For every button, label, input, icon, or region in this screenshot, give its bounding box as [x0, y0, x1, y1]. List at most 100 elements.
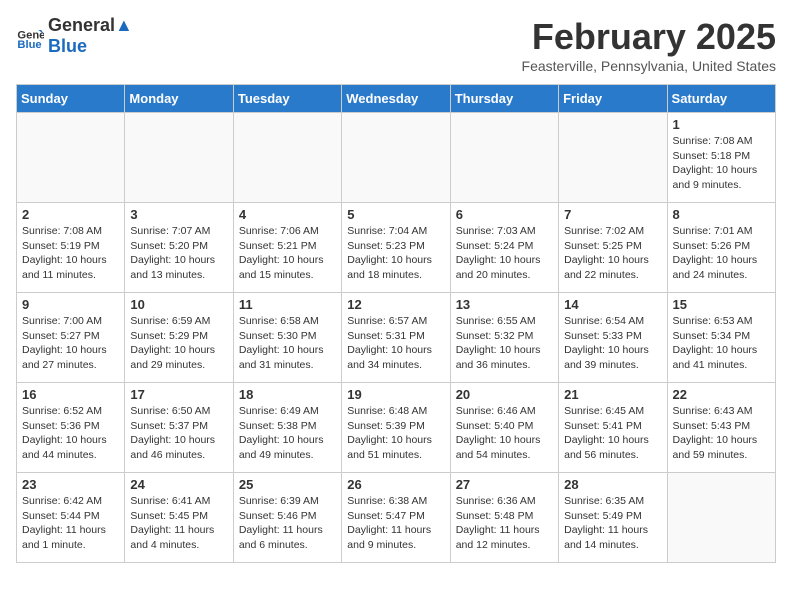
day-info: Sunrise: 7:08 AM Sunset: 5:18 PM Dayligh…	[673, 134, 770, 193]
day-cell	[342, 113, 450, 203]
day-number: 16	[22, 387, 119, 402]
day-number: 14	[564, 297, 661, 312]
day-cell	[233, 113, 341, 203]
week-row-4: 16 Sunrise: 6:52 AM Sunset: 5:36 PM Dayli…	[17, 383, 776, 473]
day-cell: 3 Sunrise: 7:07 AM Sunset: 5:20 PM Daylig…	[125, 203, 233, 293]
day-number: 25	[239, 477, 336, 492]
day-number: 22	[673, 387, 770, 402]
day-info: Sunrise: 7:07 AM Sunset: 5:20 PM Dayligh…	[130, 224, 227, 283]
day-number: 2	[22, 207, 119, 222]
day-cell: 1 Sunrise: 7:08 AM Sunset: 5:18 PM Daylig…	[667, 113, 775, 203]
day-cell: 24 Sunrise: 6:41 AM Sunset: 5:45 PM Dayli…	[125, 473, 233, 563]
weekday-header-monday: Monday	[125, 85, 233, 113]
day-number: 28	[564, 477, 661, 492]
day-cell: 4 Sunrise: 7:06 AM Sunset: 5:21 PM Daylig…	[233, 203, 341, 293]
day-info: Sunrise: 7:04 AM Sunset: 5:23 PM Dayligh…	[347, 224, 444, 283]
day-info: Sunrise: 7:06 AM Sunset: 5:21 PM Dayligh…	[239, 224, 336, 283]
day-cell: 27Sunrise: 6:36 AM Sunset: 5:48 PM Dayli…	[450, 473, 558, 563]
week-row-5: 23 Sunrise: 6:42 AM Sunset: 5:44 PM Dayli…	[17, 473, 776, 563]
day-number: 13	[456, 297, 553, 312]
day-cell	[667, 473, 775, 563]
day-info: Sunrise: 7:08 AM Sunset: 5:19 PM Dayligh…	[22, 224, 119, 283]
weekday-header-row: SundayMondayTuesdayWednesdayThursdayFrid…	[17, 85, 776, 113]
day-number: 1	[673, 117, 770, 132]
day-cell: 15 Sunrise: 6:53 AM Sunset: 5:34 PM Dayli…	[667, 293, 775, 383]
day-cell: 14 Sunrise: 6:54 AM Sunset: 5:33 PM Dayli…	[559, 293, 667, 383]
day-number: 24	[130, 477, 227, 492]
title-block: February 2025 Feasterville, Pennsylvania…	[522, 16, 776, 74]
day-number: 23	[22, 477, 119, 492]
svg-text:Blue: Blue	[17, 39, 41, 51]
day-info: Sunrise: 6:46 AM Sunset: 5:40 PM Dayligh…	[456, 404, 553, 463]
day-info: Sunrise: 7:01 AM Sunset: 5:26 PM Dayligh…	[673, 224, 770, 283]
logo: General Blue General▲ Blue	[16, 16, 133, 57]
week-row-1: 1 Sunrise: 7:08 AM Sunset: 5:18 PM Daylig…	[17, 113, 776, 203]
month-title: February 2025	[522, 16, 776, 58]
day-number: 17	[130, 387, 227, 402]
day-cell: 26 Sunrise: 6:38 AM Sunset: 5:47 PM Dayli…	[342, 473, 450, 563]
day-cell	[559, 113, 667, 203]
week-row-2: 2 Sunrise: 7:08 AM Sunset: 5:19 PM Daylig…	[17, 203, 776, 293]
day-cell: 6Sunrise: 7:03 AM Sunset: 5:24 PM Daylig…	[450, 203, 558, 293]
day-info: Sunrise: 6:49 AM Sunset: 5:38 PM Dayligh…	[239, 404, 336, 463]
day-number: 3	[130, 207, 227, 222]
day-number: 4	[239, 207, 336, 222]
day-cell: 22 Sunrise: 6:43 AM Sunset: 5:43 PM Dayli…	[667, 383, 775, 473]
day-info: Sunrise: 6:38 AM Sunset: 5:47 PM Dayligh…	[347, 494, 444, 553]
day-info: Sunrise: 7:00 AM Sunset: 5:27 PM Dayligh…	[22, 314, 119, 373]
day-info: Sunrise: 6:43 AM Sunset: 5:43 PM Dayligh…	[673, 404, 770, 463]
day-number: 26	[347, 477, 444, 492]
week-row-3: 9 Sunrise: 7:00 AM Sunset: 5:27 PM Daylig…	[17, 293, 776, 383]
calendar-table: SundayMondayTuesdayWednesdayThursdayFrid…	[16, 84, 776, 563]
day-cell: 8 Sunrise: 7:01 AM Sunset: 5:26 PM Daylig…	[667, 203, 775, 293]
weekday-header-saturday: Saturday	[667, 85, 775, 113]
day-info: Sunrise: 6:36 AM Sunset: 5:48 PM Dayligh…	[456, 494, 553, 553]
day-info: Sunrise: 6:35 AM Sunset: 5:49 PM Dayligh…	[564, 494, 661, 553]
day-info: Sunrise: 6:53 AM Sunset: 5:34 PM Dayligh…	[673, 314, 770, 373]
day-cell: 13 Sunrise: 6:55 AM Sunset: 5:32 PM Dayli…	[450, 293, 558, 383]
day-cell: 9 Sunrise: 7:00 AM Sunset: 5:27 PM Daylig…	[17, 293, 125, 383]
day-info: Sunrise: 6:54 AM Sunset: 5:33 PM Dayligh…	[564, 314, 661, 373]
day-number: 7	[564, 207, 661, 222]
day-cell: 18 Sunrise: 6:49 AM Sunset: 5:38 PM Dayli…	[233, 383, 341, 473]
weekday-header-thursday: Thursday	[450, 85, 558, 113]
day-cell: 19 Sunrise: 6:48 AM Sunset: 5:39 PM Dayli…	[342, 383, 450, 473]
location-subtitle: Feasterville, Pennsylvania, United State…	[522, 58, 776, 74]
day-info: Sunrise: 7:02 AM Sunset: 5:25 PM Dayligh…	[564, 224, 661, 283]
page-header: General Blue General▲ Blue February 2025…	[16, 16, 776, 74]
day-info: Sunrise: 6:45 AM Sunset: 5:41 PM Dayligh…	[564, 404, 661, 463]
day-number: 12	[347, 297, 444, 312]
day-number: 15	[673, 297, 770, 312]
logo-blue-accent: ▲	[115, 15, 133, 35]
day-info: Sunrise: 6:41 AM Sunset: 5:45 PM Dayligh…	[130, 494, 227, 553]
day-number: 21	[564, 387, 661, 402]
day-number: 18	[239, 387, 336, 402]
logo-blue-text: Blue	[48, 36, 133, 58]
day-info: Sunrise: 6:57 AM Sunset: 5:31 PM Dayligh…	[347, 314, 444, 373]
day-info: Sunrise: 6:58 AM Sunset: 5:30 PM Dayligh…	[239, 314, 336, 373]
day-number: 9	[22, 297, 119, 312]
day-number: 19	[347, 387, 444, 402]
weekday-header-friday: Friday	[559, 85, 667, 113]
day-cell: 7 Sunrise: 7:02 AM Sunset: 5:25 PM Daylig…	[559, 203, 667, 293]
day-info: Sunrise: 6:55 AM Sunset: 5:32 PM Dayligh…	[456, 314, 553, 373]
day-cell: 23 Sunrise: 6:42 AM Sunset: 5:44 PM Dayli…	[17, 473, 125, 563]
day-cell: 21 Sunrise: 6:45 AM Sunset: 5:41 PM Dayli…	[559, 383, 667, 473]
day-number: 5	[347, 207, 444, 222]
day-info: Sunrise: 6:48 AM Sunset: 5:39 PM Dayligh…	[347, 404, 444, 463]
day-cell: 25Sunrise: 6:39 AM Sunset: 5:46 PM Dayli…	[233, 473, 341, 563]
day-info: Sunrise: 6:42 AM Sunset: 5:44 PM Dayligh…	[22, 494, 119, 553]
day-info: Sunrise: 6:59 AM Sunset: 5:29 PM Dayligh…	[130, 314, 227, 373]
day-cell: 20 Sunrise: 6:46 AM Sunset: 5:40 PM Dayli…	[450, 383, 558, 473]
day-cell	[17, 113, 125, 203]
day-number: 8	[673, 207, 770, 222]
day-number: 20	[456, 387, 553, 402]
day-cell: 16 Sunrise: 6:52 AM Sunset: 5:36 PM Dayli…	[17, 383, 125, 473]
logo-icon: General Blue	[16, 23, 44, 51]
day-cell: 17Sunrise: 6:50 AM Sunset: 5:37 PM Dayli…	[125, 383, 233, 473]
day-cell: 12 Sunrise: 6:57 AM Sunset: 5:31 PM Dayli…	[342, 293, 450, 383]
day-info: Sunrise: 7:03 AM Sunset: 5:24 PM Dayligh…	[456, 224, 553, 283]
day-cell: 11Sunrise: 6:58 AM Sunset: 5:30 PM Dayli…	[233, 293, 341, 383]
day-cell: 5 Sunrise: 7:04 AM Sunset: 5:23 PM Daylig…	[342, 203, 450, 293]
day-info: Sunrise: 6:52 AM Sunset: 5:36 PM Dayligh…	[22, 404, 119, 463]
